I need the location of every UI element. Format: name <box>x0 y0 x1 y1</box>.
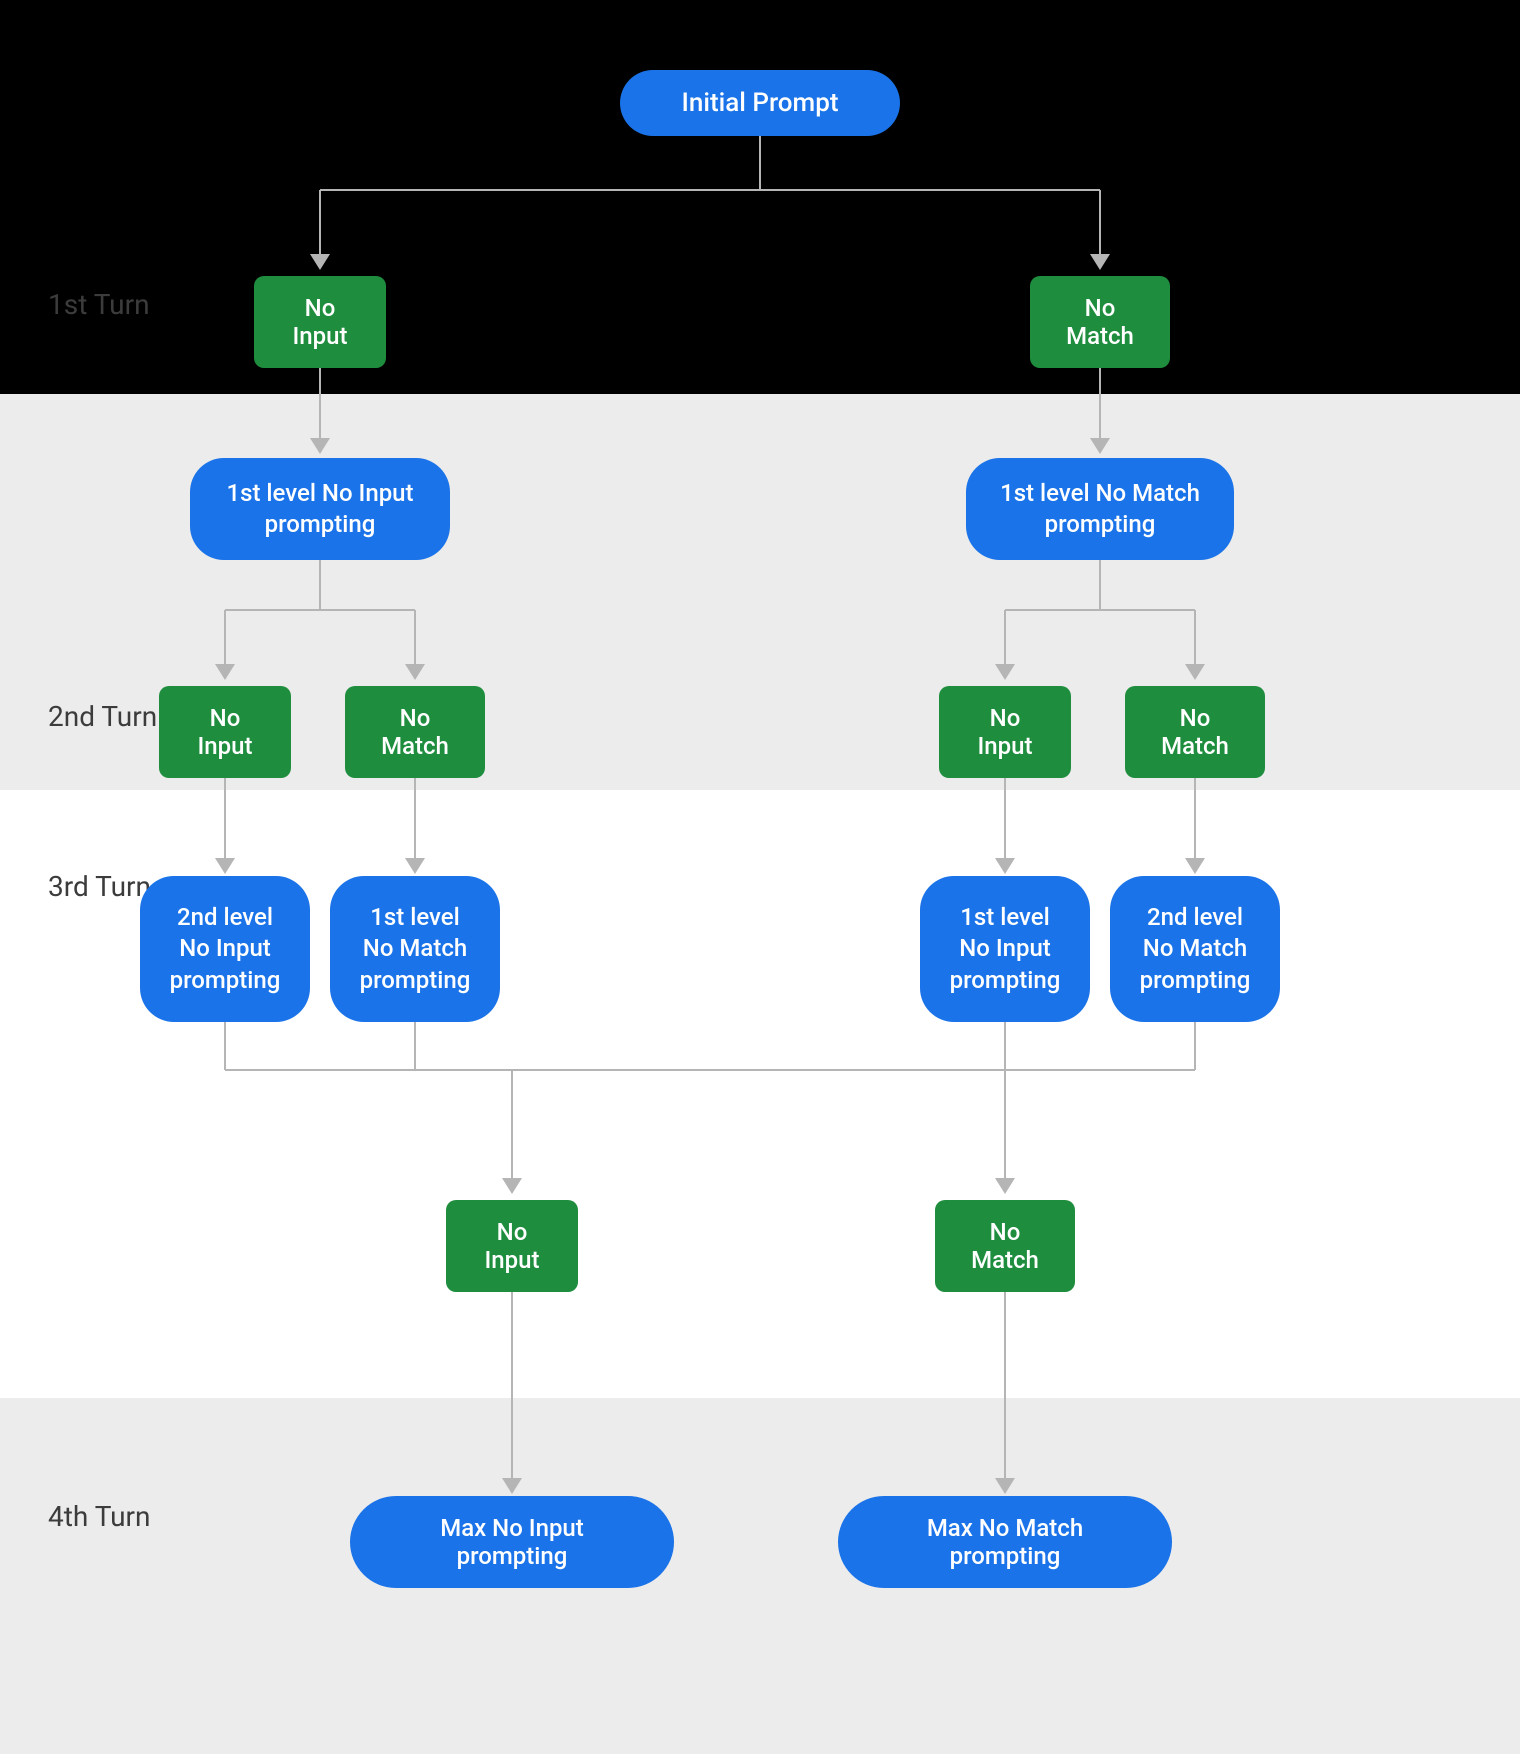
node-no-input-2b: No Input <box>939 686 1071 778</box>
label-turn4: 4th Turn <box>48 1500 151 1533</box>
node-initial-prompt: Initial Prompt <box>620 70 900 136</box>
node-2nd-no-match-prompt: 2nd level No Match prompting <box>1110 876 1280 1022</box>
node-no-input-1: No Input <box>254 276 386 368</box>
node-no-match-2a: No Match <box>345 686 485 778</box>
node-max-no-input: Max No Input prompting <box>350 1496 674 1588</box>
band-turn1 <box>0 0 1520 394</box>
node-1st-no-match-prompt-b: 1st level No Match prompting <box>330 876 500 1022</box>
node-1st-no-input-prompt: 1st level No Input prompting <box>190 458 450 560</box>
node-no-input-2a: No Input <box>159 686 291 778</box>
node-1st-no-match-prompt: 1st level No Match prompting <box>966 458 1234 560</box>
node-no-match-3: No Match <box>935 1200 1075 1292</box>
node-no-input-3: No Input <box>446 1200 578 1292</box>
node-1st-no-input-prompt-b: 1st level No Input prompting <box>920 876 1090 1022</box>
node-max-no-match: Max No Match prompting <box>838 1496 1172 1588</box>
label-turn1: 1st Turn <box>48 288 150 321</box>
label-turn3: 3rd Turn <box>48 870 151 903</box>
band-turn4 <box>0 1398 1520 1754</box>
label-turn2: 2nd Turn <box>48 700 157 733</box>
node-no-match-1: No Match <box>1030 276 1170 368</box>
node-no-match-2b: No Match <box>1125 686 1265 778</box>
node-2nd-no-input-prompt: 2nd level No Input prompting <box>140 876 310 1022</box>
